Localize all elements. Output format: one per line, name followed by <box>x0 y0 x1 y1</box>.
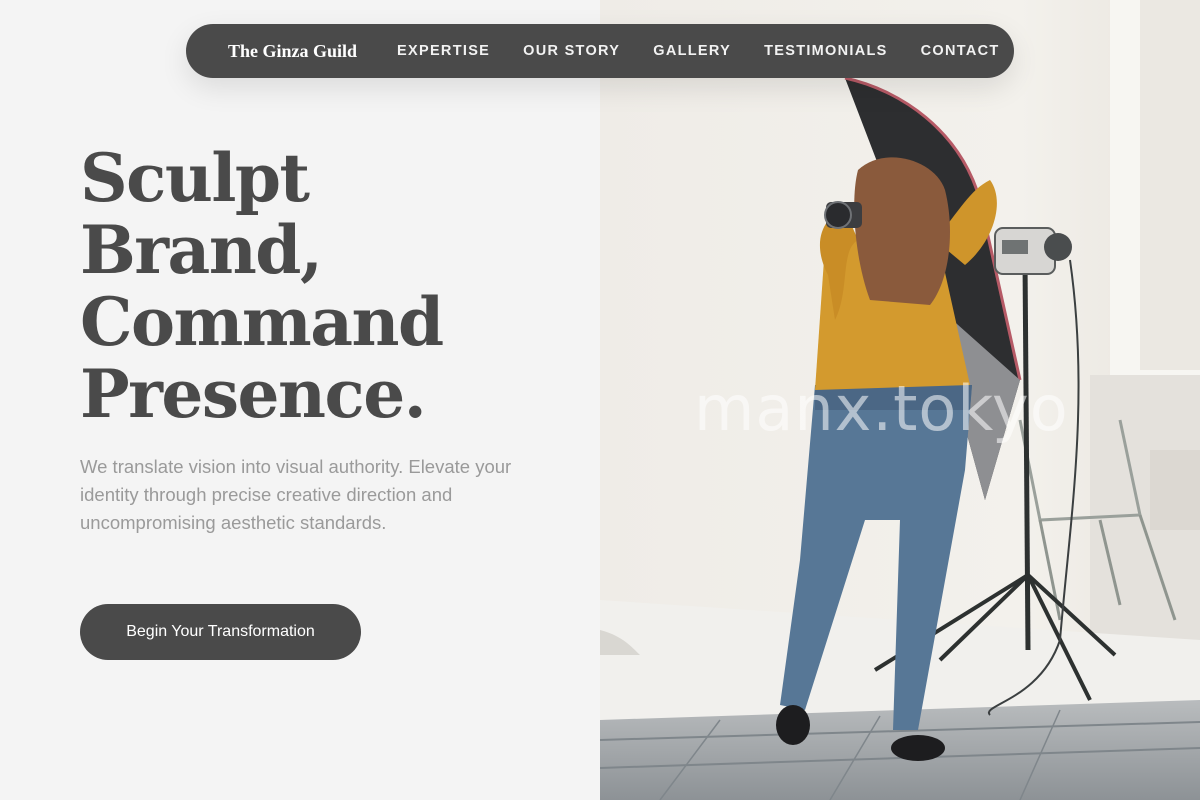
headline-line: Brand, <box>80 211 323 289</box>
headline-line: Sculpt <box>80 139 310 217</box>
begin-transformation-button[interactable]: Begin Your Transformation <box>80 604 361 660</box>
hero-photo-panel: manx.tokyo <box>600 0 1200 800</box>
headline-line: Command <box>80 283 444 361</box>
nav-link-contact[interactable]: CONTACT <box>921 43 1000 59</box>
nav-links: EXPERTISE OUR STORY GALLERY TESTIMONIALS… <box>397 43 1000 59</box>
headline-line: Presence. <box>80 355 427 433</box>
hero-subtext: We translate vision into visual authorit… <box>80 456 512 533</box>
hero-headline: Sculpt Brand, Command Presence. <box>80 142 580 430</box>
nav-link-gallery[interactable]: GALLERY <box>653 43 731 59</box>
nav-link-testimonials[interactable]: TESTIMONIALS <box>764 43 888 59</box>
nav-link-expertise[interactable]: EXPERTISE <box>397 43 490 59</box>
nav-link-our-story[interactable]: OUR STORY <box>523 43 620 59</box>
brand-logo[interactable]: The Ginza Guild <box>228 41 357 62</box>
watermark-text: manx.tokyo <box>694 372 1069 445</box>
top-navigation: The Ginza Guild EXPERTISE OUR STORY GALL… <box>186 24 1014 78</box>
